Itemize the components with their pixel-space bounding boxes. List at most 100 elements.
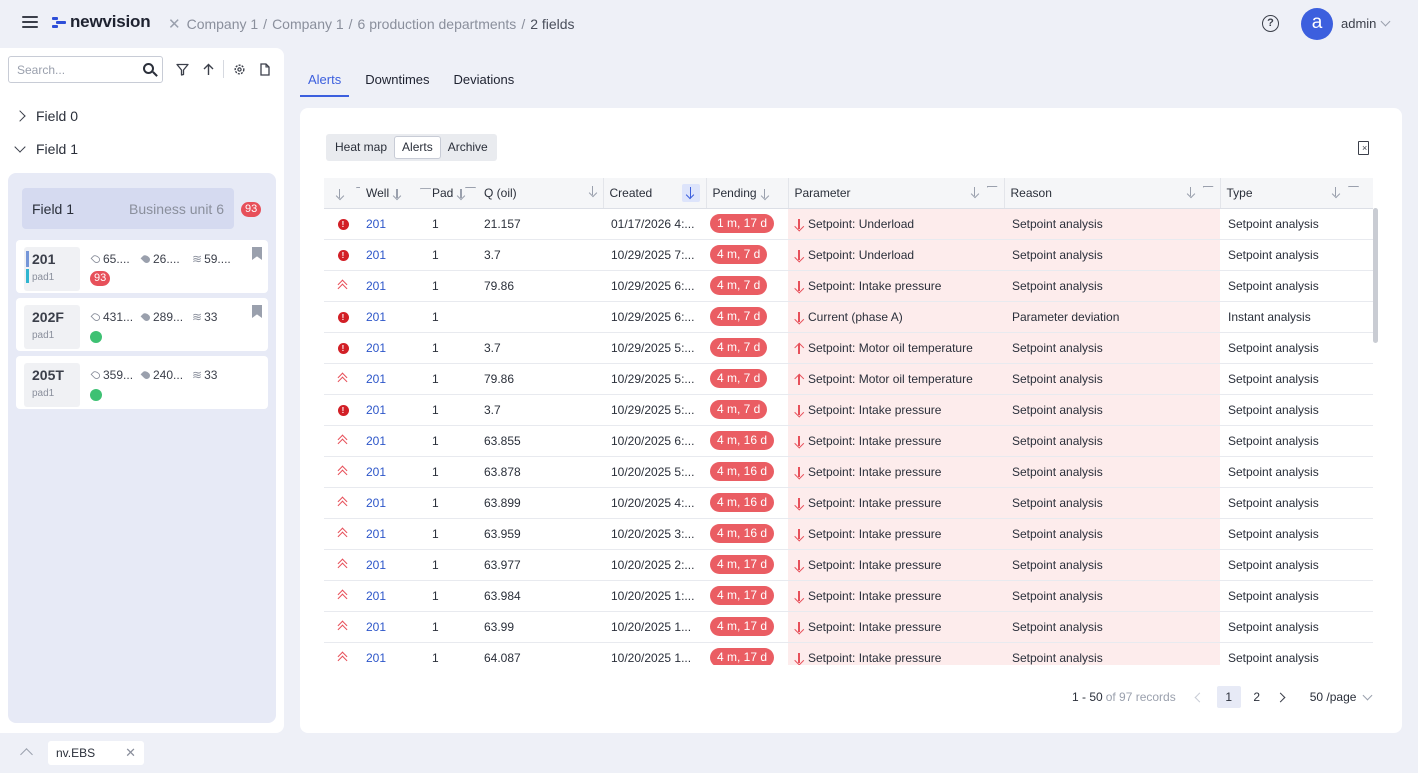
- help-icon[interactable]: ?: [1262, 15, 1279, 32]
- sort-up-icon[interactable]: [200, 61, 216, 77]
- well-link[interactable]: 201: [366, 341, 386, 355]
- hamburger-menu-icon[interactable]: [22, 16, 38, 30]
- table-row[interactable]: 201 1 64.087 10/20/2025 1... 4 m, 17 d Setpoi…: [324, 642, 1373, 665]
- table-row[interactable]: 201 1 63.977 10/20/2025 2:... 4 m, 17 d Setpo…: [324, 549, 1373, 581]
- table-row[interactable]: 201 1 79.86 10/29/2025 6:... 4 m, 7 d Setpoin…: [324, 270, 1373, 302]
- well-link[interactable]: 201: [366, 372, 386, 386]
- tab-deviations[interactable]: Deviations: [446, 62, 523, 97]
- sort-icon[interactable]: [1332, 186, 1340, 197]
- column-header-pending[interactable]: Pending: [705, 178, 788, 209]
- cell-pad: 1: [420, 363, 478, 395]
- breadcrumb-item[interactable]: Company 1: [272, 16, 344, 32]
- well-link[interactable]: 201: [366, 651, 386, 665]
- tab-downtimes[interactable]: Downtimes: [357, 62, 437, 97]
- filter-icon[interactable]: [420, 188, 431, 199]
- table-row[interactable]: 201 1 63.878 10/20/2025 5:... 4 m, 16 d Setpo…: [324, 456, 1373, 488]
- sort-icon[interactable]: [761, 188, 769, 199]
- table-row[interactable]: 201 1 63.855 10/20/2025 6:... 4 m, 16 d Setpo…: [324, 425, 1373, 457]
- sort-desc-active-icon[interactable]: [681, 184, 700, 202]
- table-row[interactable]: 201 1 63.984 10/20/2025 1:... 4 m, 17 d Setpo…: [324, 580, 1373, 612]
- table-row[interactable]: ! 201 1 3.7 10/29/2025 5:... 4 m, 7 d Setpoint…: [324, 332, 1373, 364]
- cell-q-oil: 79.86: [478, 270, 603, 302]
- table-row[interactable]: 201 1 63.899 10/20/2025 4:... 4 m, 16 d Setpo…: [324, 487, 1373, 519]
- column-header-status[interactable]: [324, 178, 360, 209]
- chevron-left-icon[interactable]: [1194, 692, 1205, 702]
- well-link[interactable]: 201: [366, 310, 386, 324]
- breadcrumb-item[interactable]: Company 1: [187, 16, 259, 32]
- cell-type: Setpoint analysis: [1220, 363, 1373, 395]
- column-header-q-oil[interactable]: Q (oil): [478, 178, 603, 209]
- avatar[interactable]: a: [1301, 8, 1333, 40]
- sort-icon[interactable]: [393, 188, 401, 199]
- tree-item-field-1[interactable]: Field 1: [14, 141, 78, 157]
- tree-item-field-0[interactable]: Field 0: [14, 108, 78, 124]
- well-link[interactable]: 201: [366, 279, 386, 293]
- cell-created: 10/20/2025 5:...: [603, 456, 706, 488]
- bottom-tab[interactable]: nv.EBS ✕: [48, 741, 145, 765]
- well-link[interactable]: 201: [366, 620, 386, 634]
- filter-icon[interactable]: [987, 186, 998, 197]
- cell-status: [324, 642, 360, 665]
- well-link[interactable]: 201: [366, 434, 386, 448]
- document-icon[interactable]: [257, 61, 273, 77]
- table-row[interactable]: 201 1 63.959 10/20/2025 3:... 4 m, 16 d Setpo…: [324, 518, 1373, 550]
- segment-archive[interactable]: Archive: [441, 136, 495, 159]
- sort-icon[interactable]: [1187, 186, 1195, 197]
- table-row[interactable]: ! 201 1 3.7 10/29/2025 7:... 4 m, 7 d Setpoint…: [324, 239, 1373, 271]
- chevron-up-icon[interactable]: [20, 748, 33, 761]
- well-link[interactable]: 201: [366, 558, 386, 572]
- page-size-select[interactable]: 50 /page: [1310, 690, 1373, 704]
- filter-icon[interactable]: [1348, 186, 1359, 197]
- bookmark-icon[interactable]: [252, 247, 262, 260]
- column-header-parameter[interactable]: Parameter: [787, 178, 1004, 209]
- well-link[interactable]: 201: [366, 496, 386, 510]
- well-card-205t[interactable]: 205T pad1 359... 240... ≋ 33: [16, 356, 268, 409]
- well-card-202f[interactable]: 202F pad1 431... 289... ≋ 33: [16, 298, 268, 351]
- column-header-reason[interactable]: Reason: [1003, 178, 1220, 209]
- well-link[interactable]: 201: [366, 589, 386, 603]
- table-row[interactable]: ! 201 1 3.7 10/29/2025 5:... 4 m, 7 d Setpoint…: [324, 394, 1373, 426]
- search-icon[interactable]: [143, 63, 154, 74]
- logo[interactable]: newvision: [52, 12, 151, 32]
- pagination-range: 1 - 50: [1072, 690, 1103, 704]
- bookmark-icon[interactable]: [252, 305, 262, 318]
- filter-icon[interactable]: [174, 61, 190, 77]
- search-input[interactable]: [9, 57, 129, 82]
- tab-alerts[interactable]: Alerts: [300, 62, 350, 97]
- close-breadcrumb-icon[interactable]: ✕: [168, 15, 181, 33]
- segment-alerts[interactable]: Alerts: [394, 136, 441, 159]
- table-row[interactable]: ! 201 1 21.157 01/17/2026 4:... 1 m, 17 d Setp…: [324, 208, 1373, 240]
- user-menu[interactable]: admin: [1341, 16, 1391, 31]
- cell-q-oil: 3.7: [478, 239, 603, 271]
- chevron-right-icon[interactable]: [1275, 692, 1286, 702]
- well-link[interactable]: 201: [366, 527, 386, 541]
- column-header-created[interactable]: Created: [602, 178, 706, 209]
- well-link[interactable]: 201: [366, 217, 386, 231]
- well-link[interactable]: 201: [366, 248, 386, 262]
- metric-liquid: 431...: [90, 310, 133, 324]
- table-row[interactable]: ! 201 1 10/29/2025 6:... 4 m, 7 d Current (ph…: [324, 301, 1373, 333]
- table-row[interactable]: 201 1 79.86 10/29/2025 5:... 4 m, 7 d Setpoin…: [324, 363, 1373, 395]
- gear-icon[interactable]: [231, 61, 247, 77]
- breadcrumb-item[interactable]: 6 production departments: [358, 16, 517, 32]
- well-link[interactable]: 201: [366, 465, 386, 479]
- sort-icon[interactable]: [971, 186, 979, 197]
- sort-icon[interactable]: [589, 186, 597, 196]
- column-header-pad[interactable]: Pad: [420, 178, 478, 209]
- column-header-type[interactable]: Type: [1219, 178, 1373, 209]
- filter-icon[interactable]: [1203, 186, 1214, 197]
- cell-parameter: Setpoint: Intake pressure: [788, 580, 1004, 612]
- well-card-201[interactable]: 201 pad1 65.... 26.... ≋ 59.... 93: [16, 240, 268, 293]
- export-excel-icon[interactable]: [1358, 141, 1369, 155]
- column-header-well[interactable]: Well: [360, 178, 420, 209]
- well-link[interactable]: 201: [366, 403, 386, 417]
- table-scrollbar[interactable]: [1373, 208, 1378, 343]
- table-row[interactable]: 201 1 63.99 10/20/2025 1... 4 m, 17 d Setpoin…: [324, 611, 1373, 643]
- segment-heat-map[interactable]: Heat map: [328, 136, 394, 159]
- page-1-button[interactable]: 1: [1216, 686, 1241, 708]
- page-2-button[interactable]: 2: [1245, 686, 1269, 708]
- filter-icon[interactable]: [465, 187, 476, 198]
- field-header[interactable]: Field 1 Business unit 6: [22, 188, 234, 229]
- sort-icon[interactable]: [336, 188, 344, 199]
- close-icon[interactable]: ✕: [125, 745, 136, 761]
